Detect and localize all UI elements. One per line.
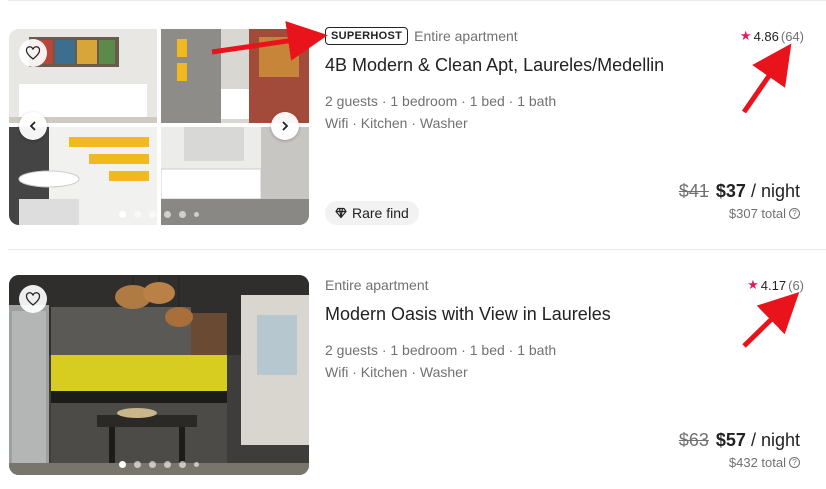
photo-dot[interactable] [134,211,141,218]
total-price-row[interactable]: $307 total ? [679,206,800,221]
price-block: $41 $37 / night $307 total ? [679,181,800,221]
save-to-wishlist-button[interactable] [19,39,47,67]
photo-dot[interactable] [149,461,156,468]
info-icon[interactable]: ? [789,208,800,219]
listing-title[interactable]: 4B Modern & Clean Apt, Laureles/Medellin [325,55,804,79]
listing-type: Entire apartment [414,28,518,44]
discounted-price: $37 [715,181,746,201]
listing-photo [9,29,309,225]
photo-dot[interactable] [179,211,186,218]
listing-rating: ★ 4.86 (64) [740,26,804,46]
listing-details: 2 guests · 1 bedroom · 1 bed · 1 bath Wi… [325,339,804,383]
total-price: $307 total [728,206,786,221]
next-photo-button[interactable] [271,112,299,140]
save-to-wishlist-button[interactable] [19,285,47,313]
listing-photo [9,275,309,475]
price-unit: / night [750,181,800,201]
photo-dot[interactable] [194,212,199,217]
listing-title[interactable]: Modern Oasis with View in Laureles [325,304,804,328]
rare-find-label: Rare find [352,205,409,221]
photo-pagination-dots [9,461,309,468]
photo-dot[interactable] [134,461,141,468]
photo-dot[interactable] [149,211,156,218]
superhost-badge: SUPERHOST [325,27,409,45]
listing-rating: ★ 4.17 (6) [747,275,804,295]
photo-dot[interactable] [194,462,199,467]
discounted-price: $57 [715,430,746,450]
nightly-price: $41 $37 / night [679,181,800,202]
rating-value: 4.17 [760,277,787,293]
review-count: (6) [788,277,804,293]
price-unit: / night [750,430,800,450]
photo-pagination-dots [9,211,309,218]
listing-amenities: Wifi · Kitchen · Washer [325,115,468,131]
photo-dot[interactable] [119,211,126,218]
original-price: $63 [678,430,709,450]
listing-card-2[interactable]: Entire apartment Modern Oasis with View … [0,250,826,489]
total-price: $432 total [728,455,786,470]
listing-card-1[interactable]: SUPERHOST Entire apartment 4B Modern & C… [0,0,826,249]
previous-photo-button[interactable] [19,112,47,140]
listing-details: 2 guests · 1 bedroom · 1 bed · 1 bath Wi… [325,90,804,134]
star-icon: ★ [739,28,752,43]
rating-value: 4.86 [753,28,779,44]
listing-subtitle: Entire apartment [325,275,804,295]
listing-photo-carousel[interactable] [9,275,309,475]
photo-dot[interactable] [164,211,171,218]
total-price-row[interactable]: $432 total ? [679,455,800,470]
listing-capacity: 2 guests · 1 bedroom · 1 bed · 1 bath [325,342,557,358]
listing-capacity: 2 guests · 1 bedroom · 1 bed · 1 bath [325,93,557,109]
photo-dot[interactable] [179,461,186,468]
price-block: $63 $57 / night $432 total ? [679,430,800,470]
listing-info: SUPERHOST Entire apartment 4B Modern & C… [325,26,804,134]
info-icon[interactable]: ? [789,457,800,468]
review-count: (64) [780,28,804,44]
photo-dot[interactable] [164,461,171,468]
listing-amenities: Wifi · Kitchen · Washer [325,364,468,380]
chevron-left-icon [29,121,36,131]
listing-type: Entire apartment [325,277,429,293]
chevron-right-icon [282,121,289,131]
photo-dot[interactable] [119,461,126,468]
listing-info: Entire apartment Modern Oasis with View … [325,275,804,383]
heart-icon [25,292,41,306]
original-price: $41 [678,181,709,201]
heart-icon [25,46,41,60]
rare-find-badge: Rare find [325,201,419,225]
nightly-price: $63 $57 / night [679,430,800,451]
diamond-icon [335,207,347,219]
star-icon: ★ [747,277,759,292]
listing-photo-carousel[interactable] [9,29,309,225]
listing-subtitle: SUPERHOST Entire apartment [325,26,804,46]
